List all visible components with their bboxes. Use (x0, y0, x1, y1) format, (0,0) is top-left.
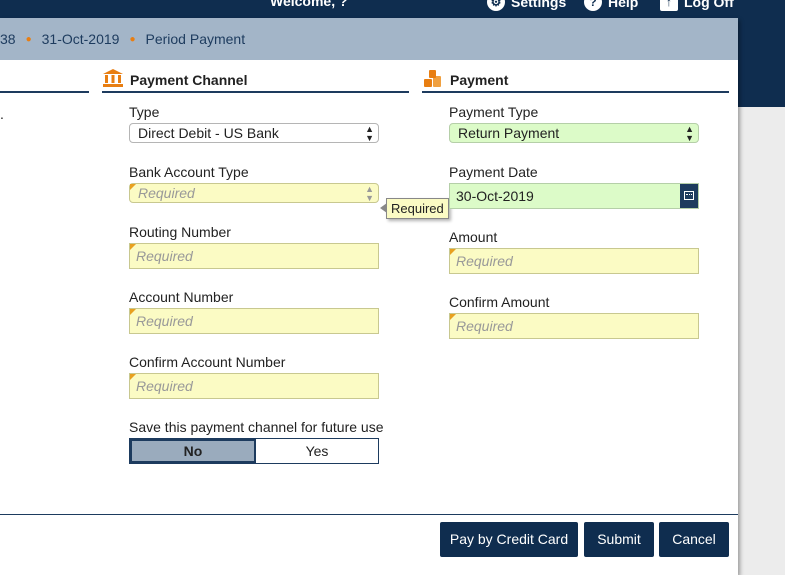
clipped-text: . (0, 106, 4, 122)
logoff-label: Log Off (684, 0, 734, 10)
bank-account-type-label: Bank Account Type (129, 164, 249, 180)
save-no-option[interactable]: No (130, 439, 256, 463)
amount-label: Amount (449, 229, 498, 245)
payment-type-value: Return Payment (458, 125, 560, 141)
confirm-amount-label: Confirm Amount (449, 294, 550, 310)
section-divider (0, 91, 89, 93)
amount-input[interactable]: Required (449, 248, 699, 274)
select-arrows-icon: ▲ ▼ (365, 184, 374, 203)
breadcrumb-separator-icon: ● (129, 33, 136, 45)
account-number-input[interactable]: Required (129, 308, 379, 334)
account-number-label: Account Number (129, 289, 234, 305)
payment-channel-title: Payment Channel (130, 72, 248, 88)
payment-date-value: 30-Oct-2019 (456, 188, 534, 204)
gear-icon: ⚙ (487, 0, 505, 11)
payment-dialog: 38 ● 31-Oct-2019 ● Period Payment . Paym… (0, 18, 738, 575)
confirm-account-number-label: Confirm Account Number (129, 354, 286, 370)
welcome-text: Welcome, ? (270, 0, 348, 9)
settings-link[interactable]: ⚙ Settings (487, 0, 566, 11)
payment-date-label: Payment Date (449, 164, 538, 180)
payment-type-select[interactable]: Return Payment ▲ ▼ (449, 123, 699, 143)
required-tooltip: Required (380, 198, 449, 219)
save-channel-label: Save this payment channel for future use (129, 419, 384, 435)
select-arrows-icon: ▲ ▼ (365, 124, 374, 143)
logoff-icon: ↑ (660, 0, 678, 11)
breadcrumb-item[interactable]: 38 (0, 31, 16, 47)
help-label: Help (608, 0, 639, 10)
breadcrumb: 38 ● 31-Oct-2019 ● Period Payment (0, 18, 738, 60)
cancel-button[interactable]: Cancel (659, 522, 729, 557)
settings-label: Settings (511, 0, 567, 10)
bank-account-type-select[interactable]: Required ▲ ▼ (129, 183, 379, 203)
bank-icon (102, 68, 124, 88)
type-label: Type (129, 104, 160, 120)
breadcrumb-item[interactable]: 31-Oct-2019 (42, 31, 120, 47)
select-arrows-icon: ▲ ▼ (685, 124, 694, 143)
payment-header: Payment (422, 65, 729, 93)
logoff-link[interactable]: ↑ Log Off (660, 0, 734, 11)
payment-type-label: Payment Type (449, 104, 539, 120)
save-channel-toggle: No Yes (129, 438, 379, 464)
save-yes-option[interactable]: Yes (256, 439, 378, 463)
payment-date-input[interactable]: 30-Oct-2019 (449, 183, 699, 209)
channel-type-select[interactable]: Direct Debit - US Bank ▲ ▼ (129, 123, 379, 143)
coins-icon (422, 68, 444, 88)
dialog-footer: Pay by Credit Card Submit Cancel (0, 514, 738, 575)
payment-channel-header: Payment Channel (102, 65, 409, 93)
calendar-icon[interactable] (680, 184, 698, 208)
help-link[interactable]: ? Help (584, 0, 638, 11)
routing-number-label: Routing Number (129, 224, 231, 240)
channel-type-value: Direct Debit - US Bank (138, 125, 279, 141)
help-icon: ? (584, 0, 602, 11)
bank-account-type-placeholder: Required (138, 185, 195, 201)
confirm-account-number-input[interactable]: Required (129, 373, 379, 399)
payment-title: Payment (450, 72, 509, 88)
breadcrumb-separator-icon: ● (25, 33, 32, 45)
breadcrumb-item: Period Payment (145, 31, 246, 47)
submit-button[interactable]: Submit (584, 522, 654, 557)
pay-by-credit-card-button[interactable]: Pay by Credit Card (440, 522, 578, 557)
confirm-amount-input[interactable]: Required (449, 313, 699, 339)
routing-number-input[interactable]: Required (129, 243, 379, 269)
